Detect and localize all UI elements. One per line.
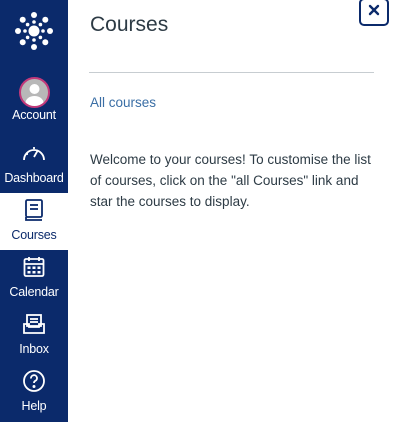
all-courses-link[interactable]: All courses <box>90 95 156 110</box>
nav-item-label: Account <box>12 108 56 122</box>
nav-item-inbox[interactable]: Inbox <box>0 307 68 364</box>
divider <box>89 72 374 73</box>
nav-item-label: Dashboard <box>4 171 64 185</box>
help-icon <box>22 369 46 398</box>
tray-title: Courses <box>90 13 169 36</box>
global-nav: Account Dashboard Courses Calendar Inbox… <box>0 0 68 422</box>
nav-item-label: Calendar <box>9 285 59 299</box>
nav-item-help[interactable]: Help <box>0 364 68 421</box>
nav-item-label: Inbox <box>19 342 49 356</box>
canvas-logo-icon[interactable] <box>12 9 56 53</box>
nav-item-account[interactable]: Account <box>0 73 68 130</box>
dashboard-gauge-icon <box>21 142 47 169</box>
close-icon <box>368 3 380 21</box>
nav-item-label: Help <box>21 399 47 413</box>
nav-item-courses[interactable]: Courses <box>0 193 68 250</box>
nav-item-dashboard[interactable]: Dashboard <box>0 136 68 193</box>
book-icon <box>24 198 44 227</box>
close-tray-button[interactable] <box>359 0 389 26</box>
welcome-message: Welcome to your courses! To customise th… <box>90 152 371 209</box>
nav-item-calendar[interactable]: Calendar <box>0 250 68 307</box>
nav-item-label: Courses <box>11 228 57 242</box>
inbox-icon <box>22 313 46 340</box>
avatar-icon <box>18 76 50 108</box>
calendar-icon <box>23 256 45 283</box>
